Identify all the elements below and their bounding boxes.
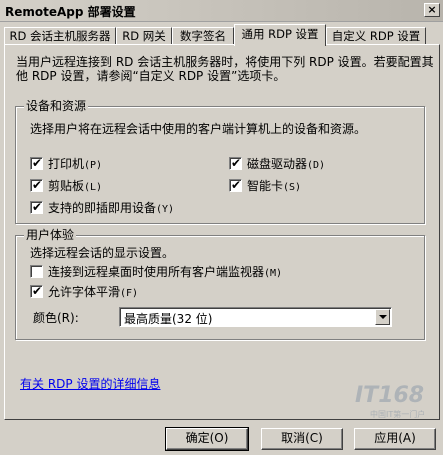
tab-strip: RD 会话主机服务器 RD 网关 数字签名 通用 RDP 设置 自定义 RDP … bbox=[4, 24, 440, 46]
it168-watermark-logo: IT168 bbox=[355, 383, 425, 408]
clipboard-checkbox[interactable]: ✔ bbox=[30, 178, 43, 192]
experience-group-title: 用户体验 bbox=[24, 228, 77, 242]
smartcard-checkbox[interactable]: ✔ bbox=[229, 178, 242, 192]
cancel-button[interactable]: 取消(C) bbox=[261, 428, 343, 450]
tab-digital-signature[interactable]: 数字签名 bbox=[172, 27, 234, 45]
close-icon: × bbox=[427, 3, 437, 16]
pnp-label: 支持的即插即用设备 bbox=[48, 201, 157, 215]
multimon-hint: (M) bbox=[264, 268, 283, 279]
tab-rd-session-host[interactable]: RD 会话主机服务器 bbox=[4, 27, 116, 45]
tab-custom-rdp-settings[interactable]: 自定义 RDP 设置 bbox=[326, 27, 426, 45]
color-depth-value: 最高质量(32 位) bbox=[124, 312, 213, 326]
fontsmoothing-checkbox[interactable]: ✔ bbox=[30, 284, 43, 298]
window-title: RemoteApp 部署设置 bbox=[5, 5, 136, 19]
apply-button[interactable]: 应用(A) bbox=[354, 428, 436, 450]
disk-label: 磁盘驱动器 bbox=[247, 157, 308, 171]
clipboard-hint: (L) bbox=[84, 182, 103, 193]
devices-group-title: 设备和资源 bbox=[24, 99, 89, 113]
smartcard-hint: (S) bbox=[283, 182, 302, 193]
tab-common-rdp-settings[interactable]: 通用 RDP 设置 bbox=[234, 24, 326, 46]
devices-description: 选择用户将在远程会话中使用的客户端计算机上的设备和资源。 bbox=[30, 122, 367, 136]
rdp-help-link[interactable]: 有关 RDP 设置的详细信息 bbox=[20, 375, 160, 392]
check-icon: ✔ bbox=[32, 284, 43, 298]
check-icon: ✔ bbox=[231, 156, 242, 170]
ok-button[interactable]: 确定(O) bbox=[165, 427, 249, 451]
fontsmoothing-hint: (F) bbox=[120, 288, 139, 299]
smartcard-label: 智能卡 bbox=[247, 179, 284, 193]
chevron-down-icon[interactable] bbox=[375, 309, 390, 325]
multimon-checkbox[interactable] bbox=[30, 265, 43, 278]
close-button[interactable]: × bbox=[424, 3, 440, 17]
color-depth-select[interactable]: 最高质量(32 位) bbox=[119, 307, 392, 327]
printer-hint: (P) bbox=[84, 160, 103, 171]
printer-label: 打印机 bbox=[48, 157, 85, 171]
fontsmoothing-label: 允许字体平滑 bbox=[48, 285, 121, 299]
multimon-label: 连接到远程桌面时使用所有客户端监视器 bbox=[48, 265, 265, 279]
color-label: 颜色(R): bbox=[33, 311, 79, 325]
printer-checkbox[interactable]: ✔ bbox=[30, 156, 43, 170]
check-icon: ✔ bbox=[32, 200, 43, 214]
title-bar: RemoteApp 部署设置 × bbox=[0, 0, 443, 22]
pnp-hint: (Y) bbox=[156, 204, 175, 215]
disk-checkbox[interactable]: ✔ bbox=[229, 156, 242, 170]
check-icon: ✔ bbox=[32, 178, 43, 192]
pnp-checkbox[interactable]: ✔ bbox=[30, 200, 43, 214]
experience-description: 选择远程会话的显示设置。 bbox=[30, 246, 175, 260]
intro-text: 当用户远程连接到 RD 会话主机服务器时，将使用下列 RDP 设置。若要配置其他… bbox=[16, 55, 434, 83]
tab-rd-gateway[interactable]: RD 网关 bbox=[116, 27, 172, 45]
check-icon: ✔ bbox=[231, 178, 242, 192]
check-icon: ✔ bbox=[32, 156, 43, 170]
it168-watermark-tagline: 中国IT第一门户 bbox=[370, 410, 426, 419]
clipboard-label: 剪贴板 bbox=[48, 179, 85, 193]
disk-hint: (D) bbox=[307, 160, 326, 171]
